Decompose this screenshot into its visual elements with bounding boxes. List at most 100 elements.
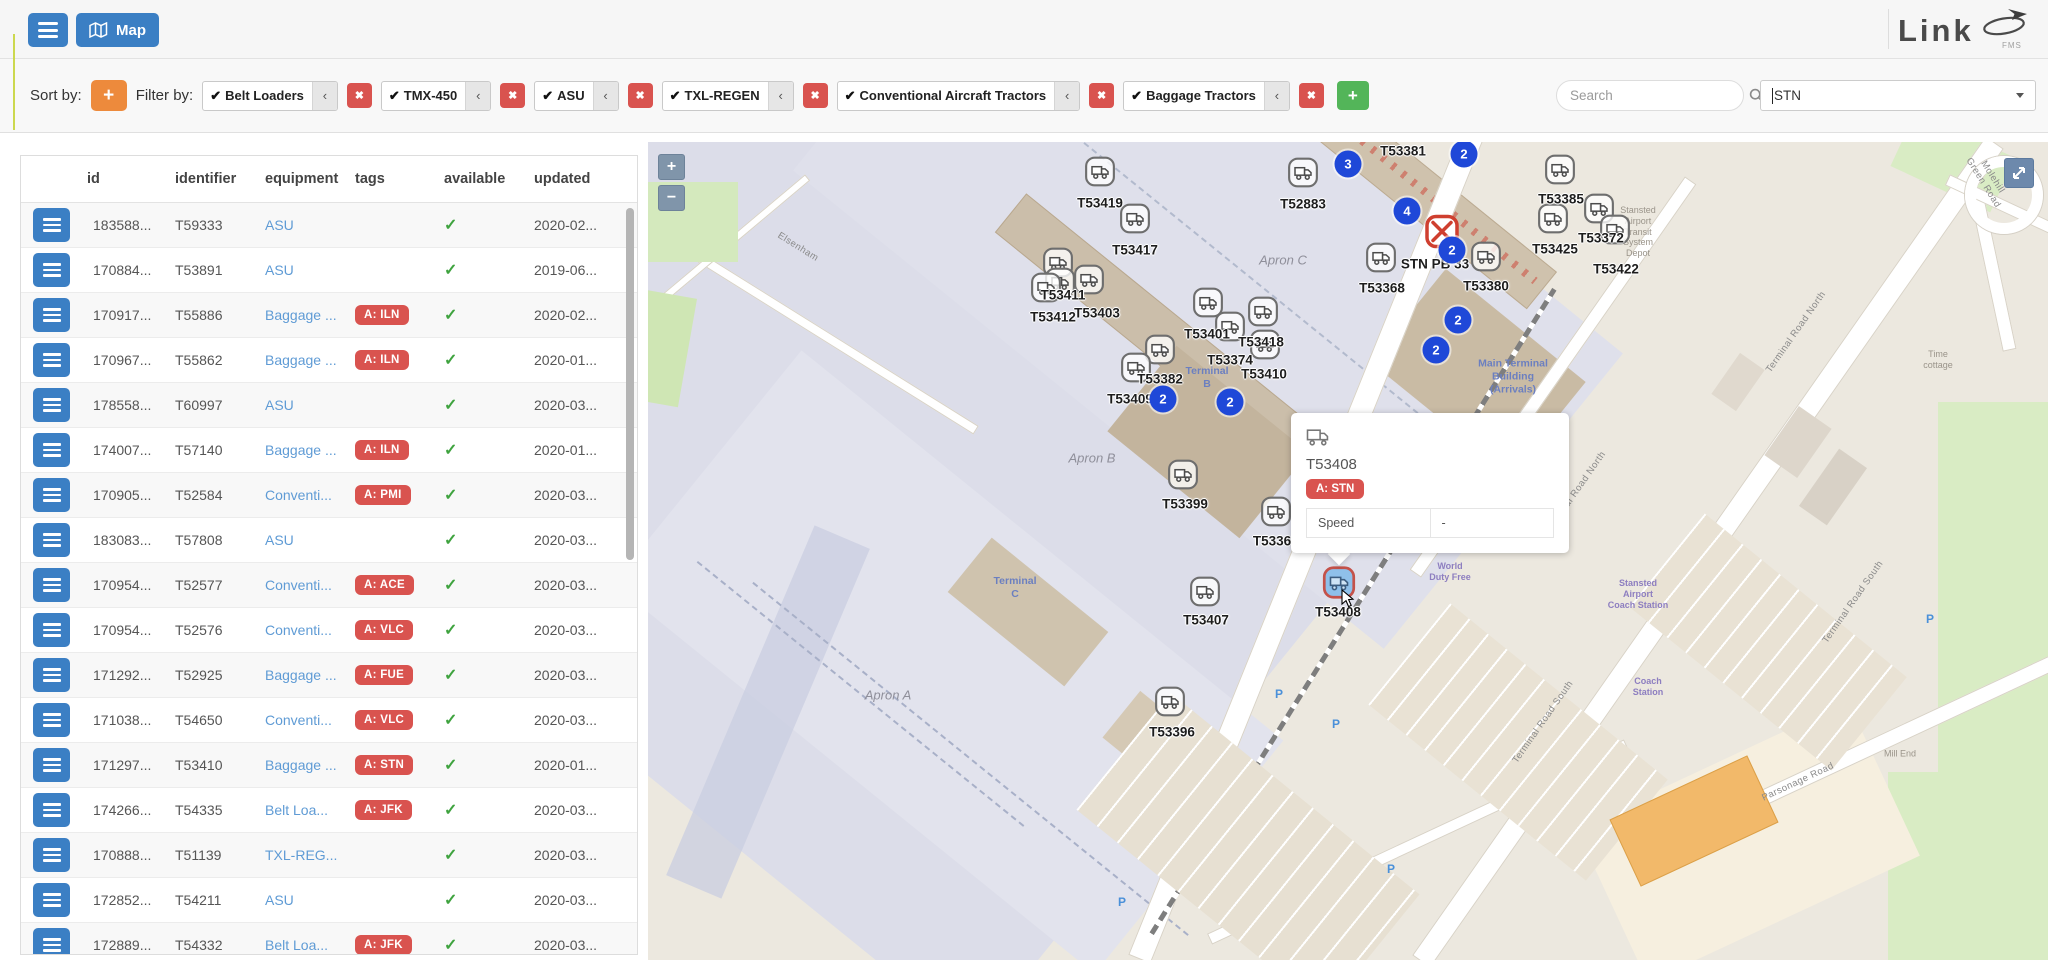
row-menu-button[interactable]	[33, 433, 70, 467]
column-header-available[interactable]: available	[438, 156, 528, 203]
vehicle-marker-t53412[interactable]	[1030, 272, 1062, 309]
table-row[interactable]: 174007...T57140Baggage ...A: ILN✓2020-01…	[21, 428, 637, 473]
vehicle-marker-t53417[interactable]	[1119, 203, 1151, 240]
map-expand-button[interactable]	[2004, 158, 2034, 188]
column-header-tags[interactable]: tags	[349, 156, 438, 203]
add-filter-button[interactable]: +	[1337, 81, 1369, 110]
table-row[interactable]: 172889...T54332Belt Loa...A: JFK✓2020-03…	[21, 923, 637, 956]
checkbox-checked-icon[interactable]: ✔	[845, 88, 856, 104]
table-row[interactable]: 170917...T55886Baggage ...A: ILN✓2020-02…	[21, 293, 637, 338]
column-header-id[interactable]: id	[81, 156, 169, 203]
vehicle-marker-t53410[interactable]	[1249, 329, 1281, 366]
marker-cluster[interactable]: 2	[1439, 237, 1466, 264]
table-row[interactable]: 170954...T52577Conventi...A: ACE✓2020-03…	[21, 563, 637, 608]
vehicle-marker-t53368[interactable]	[1365, 242, 1397, 279]
row-menu-button[interactable]	[33, 523, 70, 557]
column-header-updated[interactable]: updated	[528, 156, 637, 203]
collapse-chip-button[interactable]: ‹	[312, 82, 337, 110]
filter-chip-asu[interactable]: ✔ASU‹	[534, 81, 618, 111]
table-row[interactable]: 178558...T60997ASU✓2020-03...	[21, 383, 637, 428]
table-row[interactable]: 171297...T53410Baggage ...A: STN✓2020-01…	[21, 743, 637, 788]
collapse-chip-button[interactable]: ‹	[768, 82, 793, 110]
map-canvas[interactable]: Apron CApron BApron ATerminal BTerminal …	[648, 142, 2048, 960]
row-menu-button[interactable]	[33, 703, 70, 737]
equipment-link[interactable]: ASU	[265, 397, 294, 413]
map-nav-button[interactable]: Map	[76, 13, 159, 47]
vehicle-marker-t53381[interactable]	[1387, 142, 1419, 143]
equipment-link[interactable]: Baggage ...	[265, 352, 337, 368]
equipment-link[interactable]: Conventi...	[265, 577, 332, 593]
column-header-identifier[interactable]: identifier	[169, 156, 259, 203]
equipment-link[interactable]: TXL-REG...	[265, 847, 337, 863]
vehicle-marker-t53380[interactable]	[1470, 241, 1502, 278]
vehicle-marker-t53407[interactable]	[1189, 576, 1221, 613]
vehicle-marker-t53409[interactable]	[1120, 352, 1152, 389]
equipment-link[interactable]: Conventi...	[265, 712, 332, 728]
filter-chip-belt-loaders[interactable]: ✔Belt Loaders‹	[202, 81, 338, 111]
region-dropdown[interactable]: STN	[1760, 80, 2036, 111]
collapse-chip-button[interactable]: ‹	[1054, 82, 1079, 110]
filter-chip-tmx-450[interactable]: ✔TMX-450‹	[381, 81, 491, 111]
equipment-link[interactable]: Baggage ...	[265, 442, 337, 458]
row-menu-button[interactable]	[33, 793, 70, 827]
row-menu-button[interactable]	[33, 883, 70, 917]
table-row[interactable]: 183588...T59333ASU✓2020-02...	[21, 203, 637, 248]
table-row[interactable]: 171292...T52925Baggage ...A: FUE✓2020-03…	[21, 653, 637, 698]
checkbox-checked-icon[interactable]: ✔	[389, 88, 400, 104]
row-menu-button[interactable]	[33, 208, 70, 242]
equipment-link[interactable]: ASU	[265, 217, 294, 233]
row-menu-button[interactable]	[33, 478, 70, 512]
remove-filter-button-belt-loaders[interactable]: ✖	[347, 83, 372, 108]
collapse-chip-button[interactable]: ‹	[1264, 82, 1289, 110]
table-row[interactable]: 183083...T57808ASU✓2020-03...	[21, 518, 637, 563]
row-menu-button[interactable]	[33, 928, 70, 955]
menu-button[interactable]	[28, 13, 68, 47]
equipment-link[interactable]: ASU	[265, 892, 294, 908]
vehicle-marker-t53396[interactable]	[1154, 686, 1186, 723]
table-row[interactable]: 171038...T54650Conventi...A: VLC✓2020-03…	[21, 698, 637, 743]
equipment-link[interactable]: Baggage ...	[265, 757, 337, 773]
collapse-chip-button[interactable]: ‹	[593, 82, 618, 110]
marker-cluster[interactable]: 2	[1423, 337, 1450, 364]
equipment-link[interactable]: Baggage ...	[265, 307, 337, 323]
table-row[interactable]: 170884...T53891ASU✓2019-06...	[21, 248, 637, 293]
column-header-equipment[interactable]: equipment	[259, 156, 349, 203]
equipment-link[interactable]: Conventi...	[265, 622, 332, 638]
remove-filter-button-asu[interactable]: ✖	[628, 83, 653, 108]
zoom-in-button[interactable]: +	[658, 154, 685, 180]
table-row[interactable]: 170954...T52576Conventi...A: VLC✓2020-03…	[21, 608, 637, 653]
zoom-out-button[interactable]: −	[658, 185, 685, 211]
vehicle-marker-t53425[interactable]	[1537, 203, 1569, 240]
selected-vehicle-marker[interactable]	[1322, 566, 1356, 605]
vehicle-marker-t52883[interactable]	[1287, 157, 1319, 194]
row-menu-button[interactable]	[33, 658, 70, 692]
table-row[interactable]: 174266...T54335Belt Loa...A: JFK✓2020-03…	[21, 788, 637, 833]
marker-cluster[interactable]: 2	[1445, 307, 1472, 334]
vehicle-marker-t53399[interactable]	[1167, 459, 1199, 496]
row-menu-button[interactable]	[33, 298, 70, 332]
vehicle-marker-t53403[interactable]	[1073, 264, 1105, 301]
table-row[interactable]: 172852...T54211ASU✓2020-03...	[21, 878, 637, 923]
equipment-link[interactable]: Conventi...	[265, 487, 332, 503]
row-menu-button[interactable]	[33, 748, 70, 782]
row-menu-button[interactable]	[33, 343, 70, 377]
search-input[interactable]	[1568, 87, 1749, 104]
collapse-chip-button[interactable]: ‹	[465, 82, 490, 110]
marker-cluster[interactable]: 2	[1150, 386, 1177, 413]
table-row[interactable]: 170905...T52584Conventi...A: PMI✓2020-03…	[21, 473, 637, 518]
checkbox-checked-icon[interactable]: ✔	[1131, 88, 1142, 104]
filter-chip-conventional-aircraft-tractors[interactable]: ✔Conventional Aircraft Tractors‹	[837, 81, 1081, 111]
checkbox-checked-icon[interactable]: ✔	[210, 88, 221, 104]
remove-filter-button-conventional-aircraft-tractors[interactable]: ✖	[1089, 83, 1114, 108]
table-row[interactable]: 170888...T51139TXL-REG...✓2020-03...	[21, 833, 637, 878]
equipment-link[interactable]: Belt Loa...	[265, 802, 328, 818]
row-menu-button[interactable]	[33, 613, 70, 647]
vehicle-marker-t53419[interactable]	[1084, 156, 1116, 193]
remove-filter-button-txl-regen[interactable]: ✖	[803, 83, 828, 108]
vehicle-marker-t5336[interactable]	[1260, 496, 1292, 533]
add-sort-button[interactable]: +	[91, 80, 127, 111]
row-menu-button[interactable]	[33, 838, 70, 872]
checkbox-checked-icon[interactable]: ✔	[670, 88, 681, 104]
remove-filter-button-tmx-450[interactable]: ✖	[500, 83, 525, 108]
vehicle-marker-t53422[interactable]	[1599, 214, 1631, 251]
